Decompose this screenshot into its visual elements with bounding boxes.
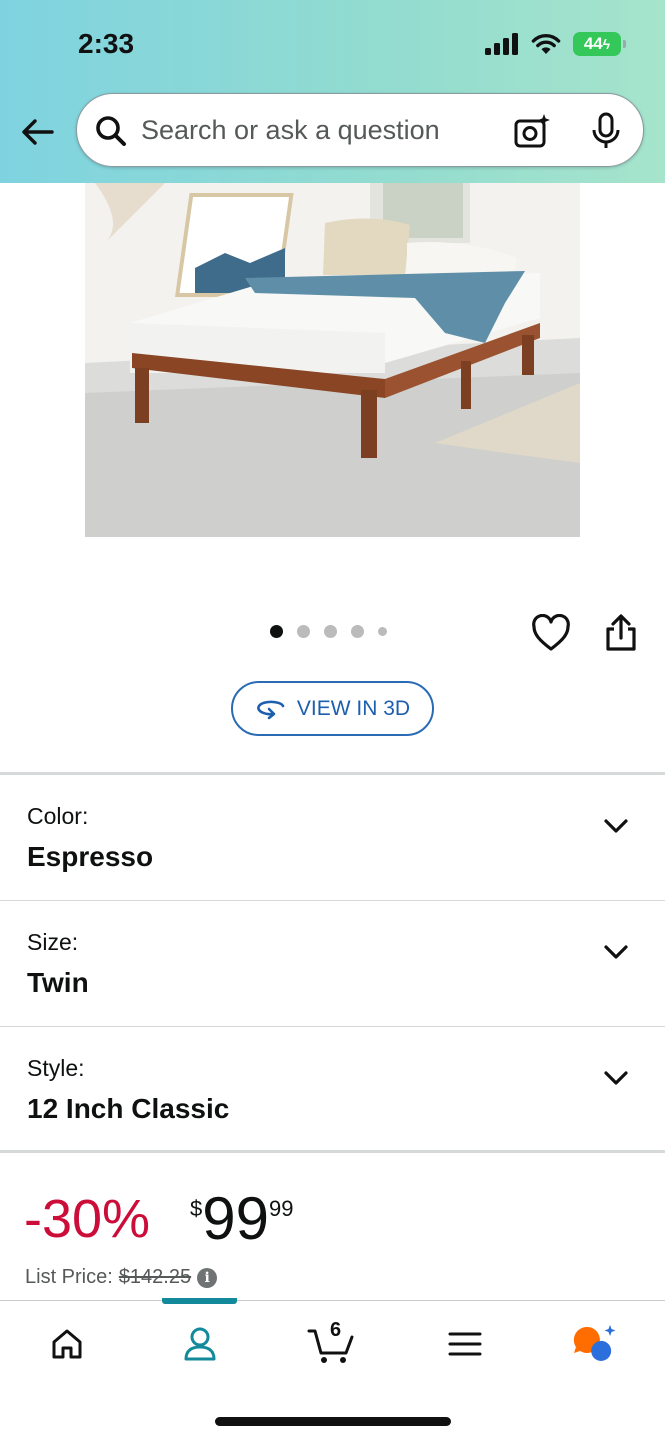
account-icon	[184, 1327, 216, 1361]
search-input[interactable]: Search or ask a question	[141, 115, 440, 146]
carousel-dot[interactable]	[378, 627, 387, 636]
info-icon[interactable]: i	[197, 1267, 218, 1288]
style-label: Style:	[27, 1055, 85, 1081]
nav-menu[interactable]	[440, 1321, 490, 1367]
carousel-dot[interactable]	[297, 625, 310, 638]
app-header: 2:33 44 ϟ Search or ask a question	[0, 0, 665, 183]
rotate-3d-icon	[257, 700, 285, 719]
list-price-label: List Price:	[25, 1266, 113, 1288]
list-price-value: $142.25	[118, 1266, 192, 1288]
status-icons: 44 ϟ	[485, 32, 626, 56]
rufus-assistant-icon	[573, 1325, 616, 1361]
size-label: Size:	[27, 929, 79, 955]
heart-icon[interactable]	[531, 614, 571, 652]
nav-rufus[interactable]	[570, 1321, 620, 1367]
home-indicator	[215, 1417, 451, 1426]
active-tab-indicator	[162, 1298, 237, 1304]
charging-bolt-icon: ϟ	[602, 36, 611, 52]
search-icon	[96, 116, 126, 146]
color-selector[interactable]: Color: Espresso	[0, 775, 665, 901]
size-selector[interactable]: Size: Twin	[0, 901, 665, 1027]
discount-percent: -30%	[24, 1189, 151, 1249]
camera-lens-icon[interactable]	[513, 112, 551, 150]
nav-home[interactable]	[42, 1321, 92, 1367]
style-value: 12 Inch Classic	[27, 1093, 230, 1124]
view-in-3d-button[interactable]: VIEW IN 3D	[231, 681, 434, 736]
color-value: Espresso	[27, 841, 154, 872]
chevron-down-icon	[604, 819, 628, 833]
carousel-dot[interactable]	[351, 625, 364, 638]
view-in-3d-label: VIEW IN 3D	[296, 696, 411, 720]
product-image[interactable]	[85, 183, 580, 537]
nav-cart[interactable]: 6	[306, 1319, 356, 1367]
carousel-dot[interactable]	[324, 625, 337, 638]
back-arrow-icon[interactable]	[18, 112, 58, 152]
nav-account[interactable]	[175, 1321, 225, 1367]
cart-count: 6	[330, 1319, 342, 1341]
wifi-icon	[531, 34, 561, 54]
home-icon	[52, 1329, 82, 1359]
image-carousel-dots[interactable]	[270, 625, 387, 638]
price-fraction: 99	[269, 1196, 294, 1221]
battery-indicator: 44 ϟ	[573, 32, 626, 56]
price-whole: 99	[202, 1185, 269, 1252]
list-price: List Price: $142.25 i	[25, 1266, 218, 1289]
menu-icon	[448, 1332, 482, 1356]
chevron-down-icon	[604, 1071, 628, 1085]
size-value: Twin	[27, 967, 89, 998]
color-label: Color:	[27, 803, 89, 829]
search-bar[interactable]: Search or ask a question	[76, 93, 644, 167]
price: $ 99 99	[190, 1188, 293, 1250]
price-currency-symbol: $	[190, 1196, 203, 1221]
chevron-down-icon	[604, 945, 628, 959]
status-time: 2:33	[78, 28, 135, 59]
carousel-dot[interactable]	[270, 625, 283, 638]
share-icon[interactable]	[603, 613, 639, 653]
bottom-nav: 6	[0, 1298, 665, 1440]
product-photo	[85, 183, 580, 537]
style-selector[interactable]: Style: 12 Inch Classic	[0, 1027, 665, 1153]
microphone-icon[interactable]	[589, 111, 623, 151]
battery-level: 44	[583, 34, 603, 53]
cellular-signal-icon	[485, 33, 518, 55]
